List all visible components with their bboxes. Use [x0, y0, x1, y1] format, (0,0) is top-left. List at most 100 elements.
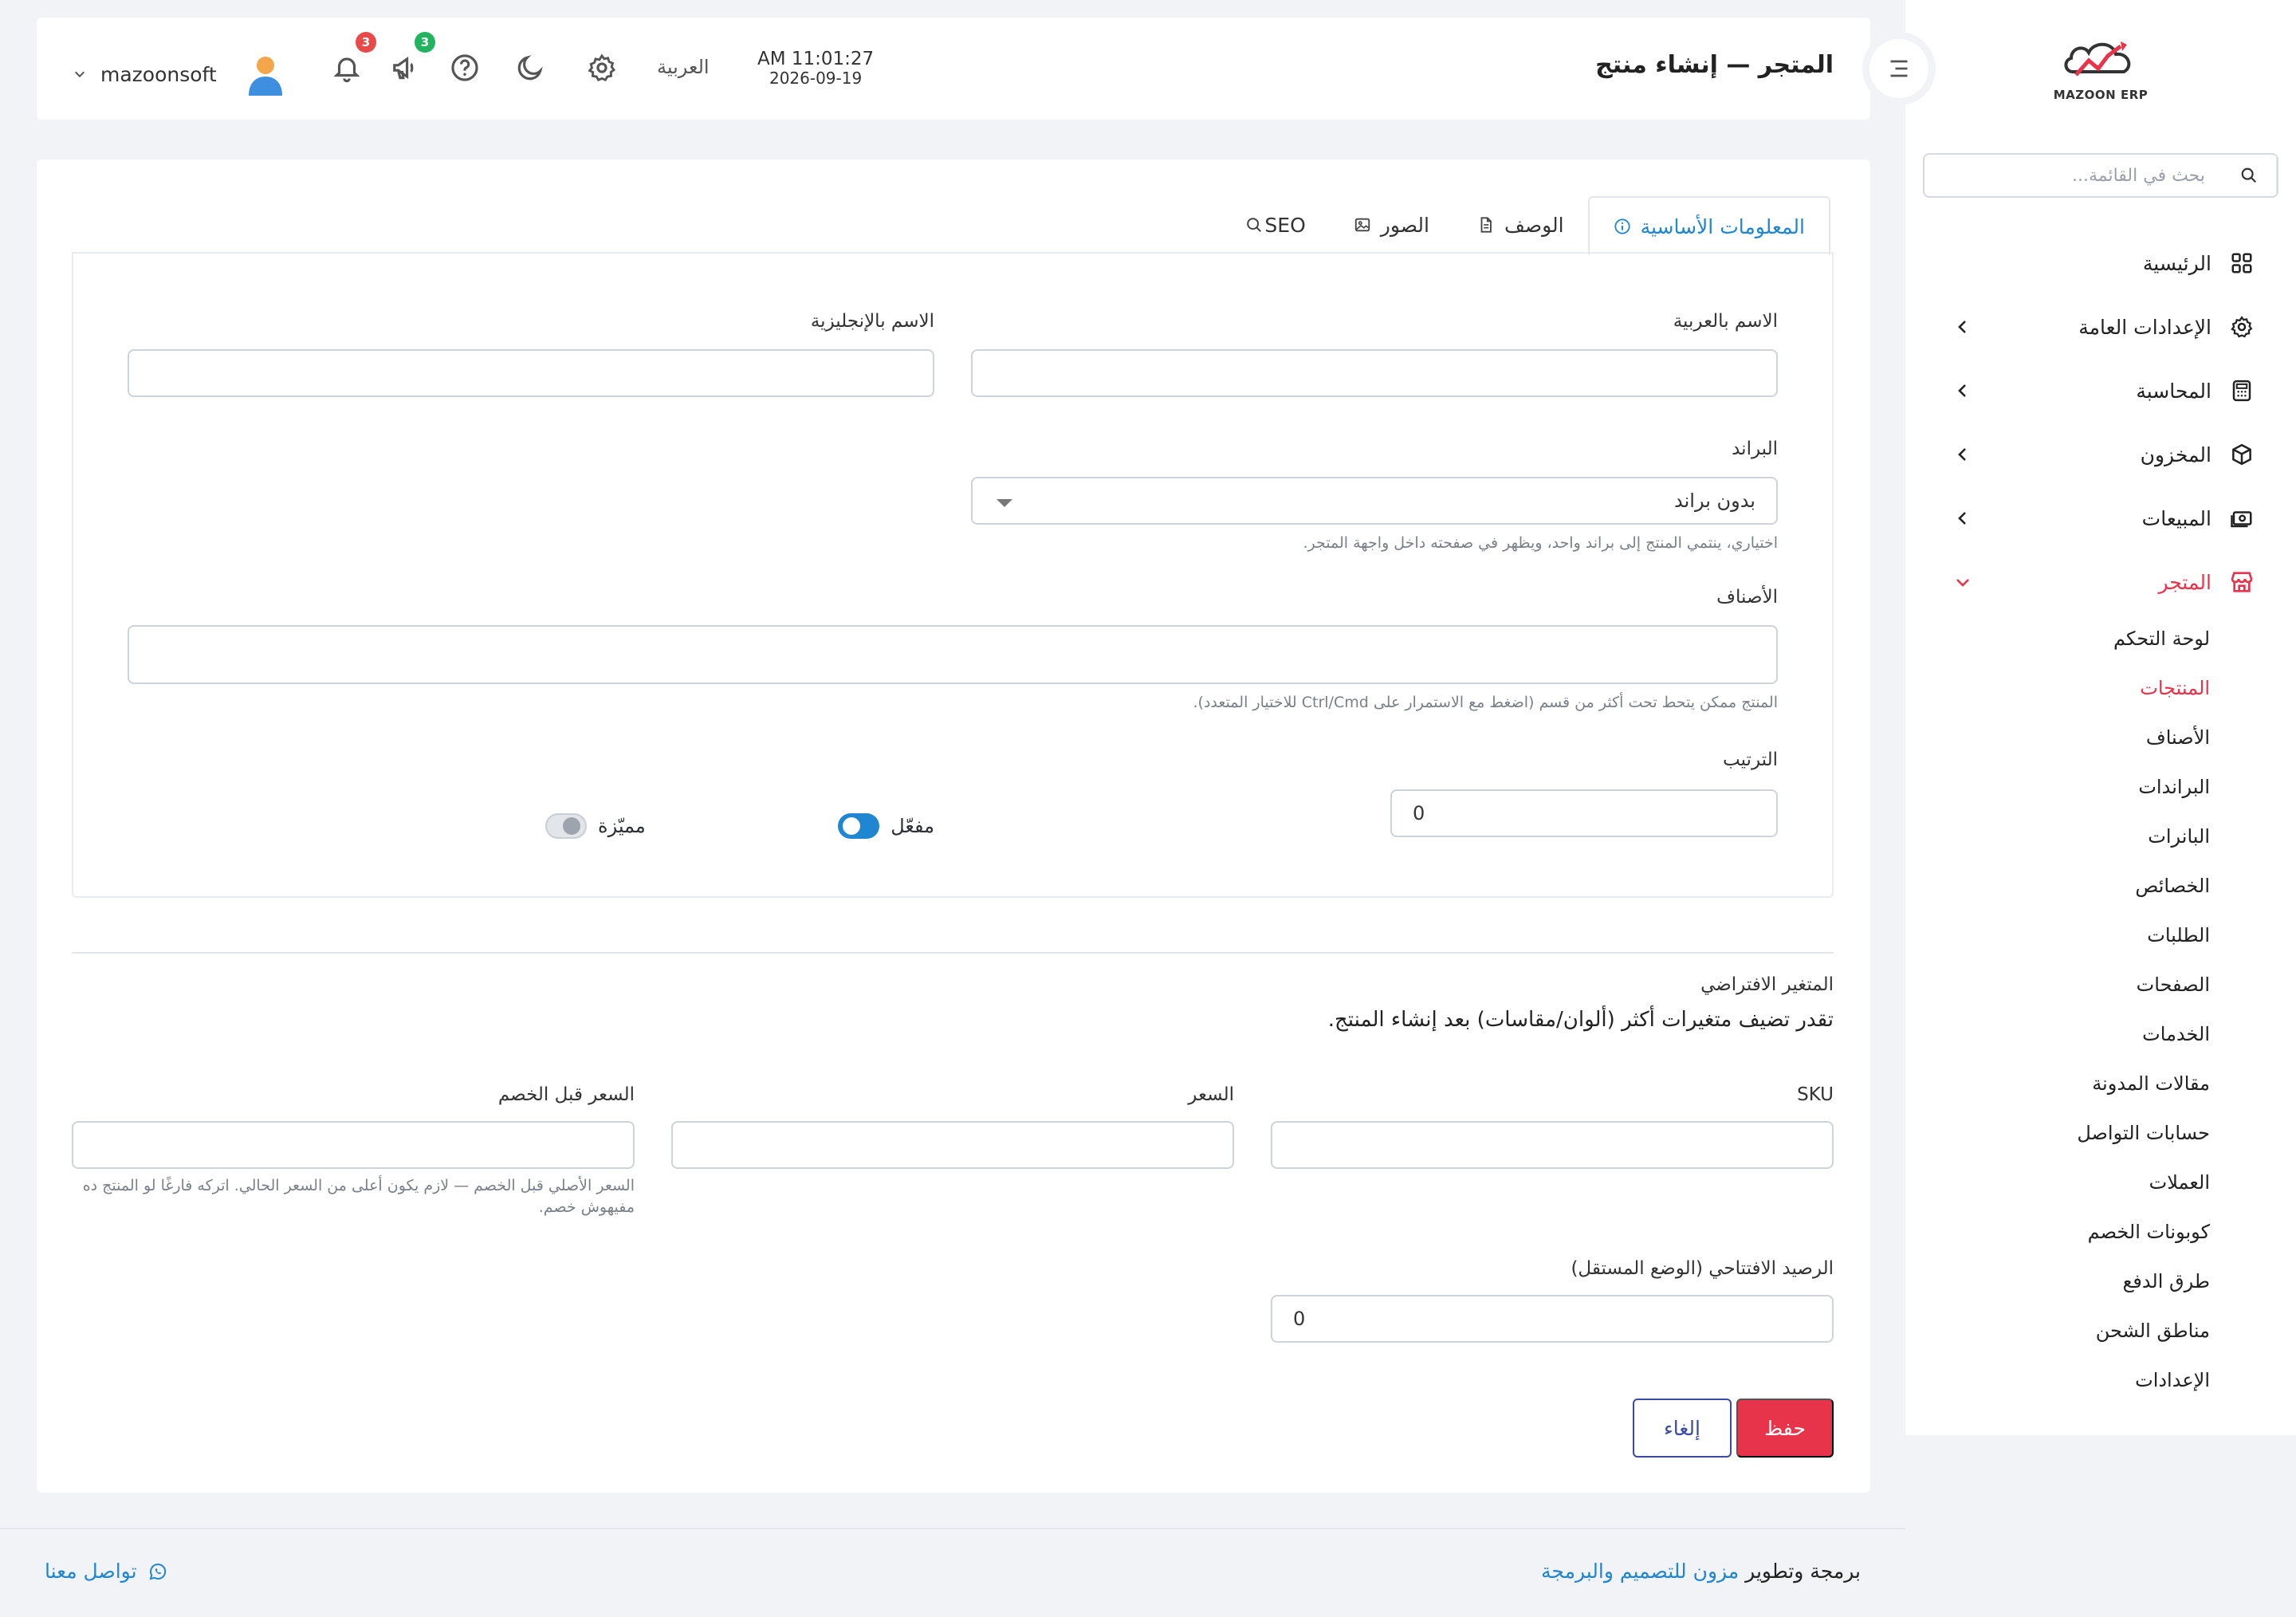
tab-description[interactable]: الوصف [1453, 196, 1588, 254]
opening-stock-input[interactable]: 0 [1271, 1295, 1834, 1343]
announcements-badge: 3 [415, 32, 435, 53]
price-label: السعر [1188, 1084, 1234, 1105]
submenu-item-blog-posts[interactable]: مقالات المدونة [1905, 1059, 2296, 1108]
sidebar-item-home[interactable]: الرئيسية [1905, 231, 2296, 295]
submenu-item-dashboard[interactable]: لوحة التحكم [1905, 614, 2296, 663]
logo-text: MAZOON ERP [2053, 88, 2149, 102]
submenu-item-services[interactable]: الخدمات [1905, 1009, 2296, 1059]
chevron-left-icon [1958, 512, 1966, 525]
contact-us-link[interactable]: تواصل معنا [45, 1560, 167, 1583]
compare-price-label: السعر قبل الخصم [497, 1084, 635, 1105]
switch-knob [843, 817, 861, 835]
default-variant-note: تقدر تضيف متغيرات أكثر (ألوان/مقاسات) بع… [1327, 1008, 1834, 1032]
featured-switch[interactable] [545, 813, 587, 839]
sidebar-item-label: الإعدادات العامة [2078, 315, 2211, 339]
bell-icon [333, 57, 360, 83]
sidebar-search-input[interactable] [1924, 155, 2221, 196]
brand-select[interactable]: بدون براند [971, 477, 1778, 525]
footer-credit-link[interactable]: مزون للتصميم والبرمجة [1541, 1560, 1739, 1583]
sidebar-item-label: المتجر [2158, 570, 2212, 594]
page-title: المتجر — إنشاء منتج [1595, 51, 1834, 79]
tab-basic-info[interactable]: المعلومات الأساسية [1587, 196, 1830, 255]
save-button[interactable]: حفظ [1736, 1399, 1834, 1458]
calculator-icon [2227, 376, 2256, 405]
categories-label: الأصناف [1716, 587, 1778, 608]
brand-selected-value: بدون براند [1674, 490, 1755, 512]
name-ar-input[interactable] [971, 349, 1778, 397]
image-icon [1354, 218, 1370, 232]
submenu-item-brands[interactable]: البراندات [1905, 762, 2296, 812]
submenu-item-attributes[interactable]: الخصائص [1905, 861, 2296, 911]
categories-multiselect[interactable] [128, 625, 1778, 684]
order-value: 0 [1413, 802, 1425, 824]
enabled-switch[interactable] [838, 813, 880, 839]
product-form-card: المعلومات الأساسية الوصف الصور SEO الاسم… [37, 159, 1870, 1493]
sidebar-item-label: المحاسبة [2136, 379, 2211, 403]
settings-button[interactable] [584, 49, 620, 86]
compare-price-input[interactable] [72, 1121, 635, 1169]
notifications-button[interactable]: 3 [328, 32, 376, 86]
document-icon [1480, 217, 1492, 233]
switch-knob [563, 817, 580, 835]
contact-us-label: تواصل معنا [45, 1560, 137, 1583]
order-label: الترتيب [1723, 749, 1778, 770]
whatsapp-icon [149, 1563, 166, 1580]
dark-mode-toggle[interactable] [512, 49, 548, 86]
sku-input[interactable] [1271, 1121, 1834, 1169]
sidebar-nav: الرئيسية الإعدادات العامة المحاسبة المخز… [1905, 231, 2296, 1405]
submenu-item-currencies[interactable]: العملات [1905, 1158, 2296, 1207]
form-tabs: المعلومات الأساسية الوصف الصور SEO [1221, 196, 1830, 255]
sidebar-item-inventory[interactable]: المخزون [1905, 423, 2296, 486]
sidebar-item-general-settings[interactable]: الإعدادات العامة [1905, 295, 2296, 359]
tab-images[interactable]: الصور [1330, 196, 1453, 254]
mazoon-erp-logo[interactable]: MAZOON ERP [2049, 32, 2152, 102]
user-menu[interactable]: mazoonsoft [73, 53, 285, 96]
grid-icon [2227, 249, 2256, 277]
info-icon [1614, 218, 1630, 234]
tab-label: الصور [1380, 213, 1429, 237]
footer-credit: برمجة وتطوير مزون للتصميم والبرمجة [1541, 1560, 1861, 1583]
basic-info-panel: الاسم بالعربية الاسم بالإنجليزية البراند… [72, 252, 1834, 898]
sidebar-search-button[interactable] [2221, 155, 2277, 196]
gear-icon [588, 53, 616, 81]
footer-credit-prefix: برمجة وتطوير [1745, 1560, 1861, 1583]
submenu-item-banners[interactable]: البانرات [1905, 812, 2296, 861]
name-en-label: الاسم بالإنجليزية [810, 311, 934, 332]
sidebar-search [1923, 153, 2278, 198]
sidebar-item-label: المخزون [2140, 443, 2211, 466]
language-switcher[interactable]: العربية [657, 56, 710, 78]
help-icon [451, 54, 478, 81]
username: mazoonsoft [100, 62, 217, 86]
submenu-item-social-accounts[interactable]: حسابات التواصل [1905, 1108, 2296, 1158]
sidebar-item-accounting[interactable]: المحاسبة [1905, 359, 2296, 423]
cancel-button[interactable]: إلغاء [1633, 1399, 1732, 1458]
featured-toggle-group: مميّزة [545, 813, 646, 839]
name-en-input[interactable] [128, 349, 934, 397]
megaphone-icon [393, 56, 414, 80]
chevron-left-icon [1958, 384, 1966, 397]
submenu-item-payment-methods[interactable]: طرق الدفع [1905, 1257, 2296, 1306]
tab-seo[interactable]: SEO [1221, 196, 1329, 254]
sku-label: SKU [1797, 1084, 1834, 1105]
submenu-item-coupons[interactable]: كوبونات الخصم [1905, 1207, 2296, 1257]
help-button[interactable] [446, 49, 483, 86]
submenu-item-pages[interactable]: الصفحات [1905, 960, 2296, 1009]
order-input[interactable]: 0 [1390, 789, 1778, 837]
sidebar-toggle-button[interactable] [1862, 32, 1936, 105]
cash-icon [2227, 504, 2256, 533]
opening-stock-label: الرصيد الافتتاحي (الوضع المستقل) [1571, 1258, 1834, 1279]
submenu-item-categories[interactable]: الأصناف [1905, 713, 2296, 762]
chevron-left-icon [1958, 448, 1966, 461]
sidebar-item-sales[interactable]: المبيعات [1905, 486, 2296, 550]
sidebar-item-store[interactable]: المتجر [1905, 550, 2296, 614]
submenu-item-shipping-zones[interactable]: مناطق الشحن [1905, 1306, 2296, 1355]
submenu-item-products[interactable]: المنتجات [1905, 663, 2296, 713]
top-header: المتجر — إنشاء منتج AM 11:01:27 2026-09-… [37, 18, 1870, 120]
announcements-button[interactable]: 3 [387, 32, 435, 86]
brand-label: البراند [1732, 439, 1778, 459]
price-input[interactable] [671, 1121, 1234, 1169]
submenu-item-orders[interactable]: الطلبات [1905, 911, 2296, 960]
tab-label: SEO [1264, 213, 1306, 237]
gear-icon [2227, 313, 2256, 341]
submenu-item-settings[interactable]: الإعدادات [1905, 1355, 2296, 1405]
